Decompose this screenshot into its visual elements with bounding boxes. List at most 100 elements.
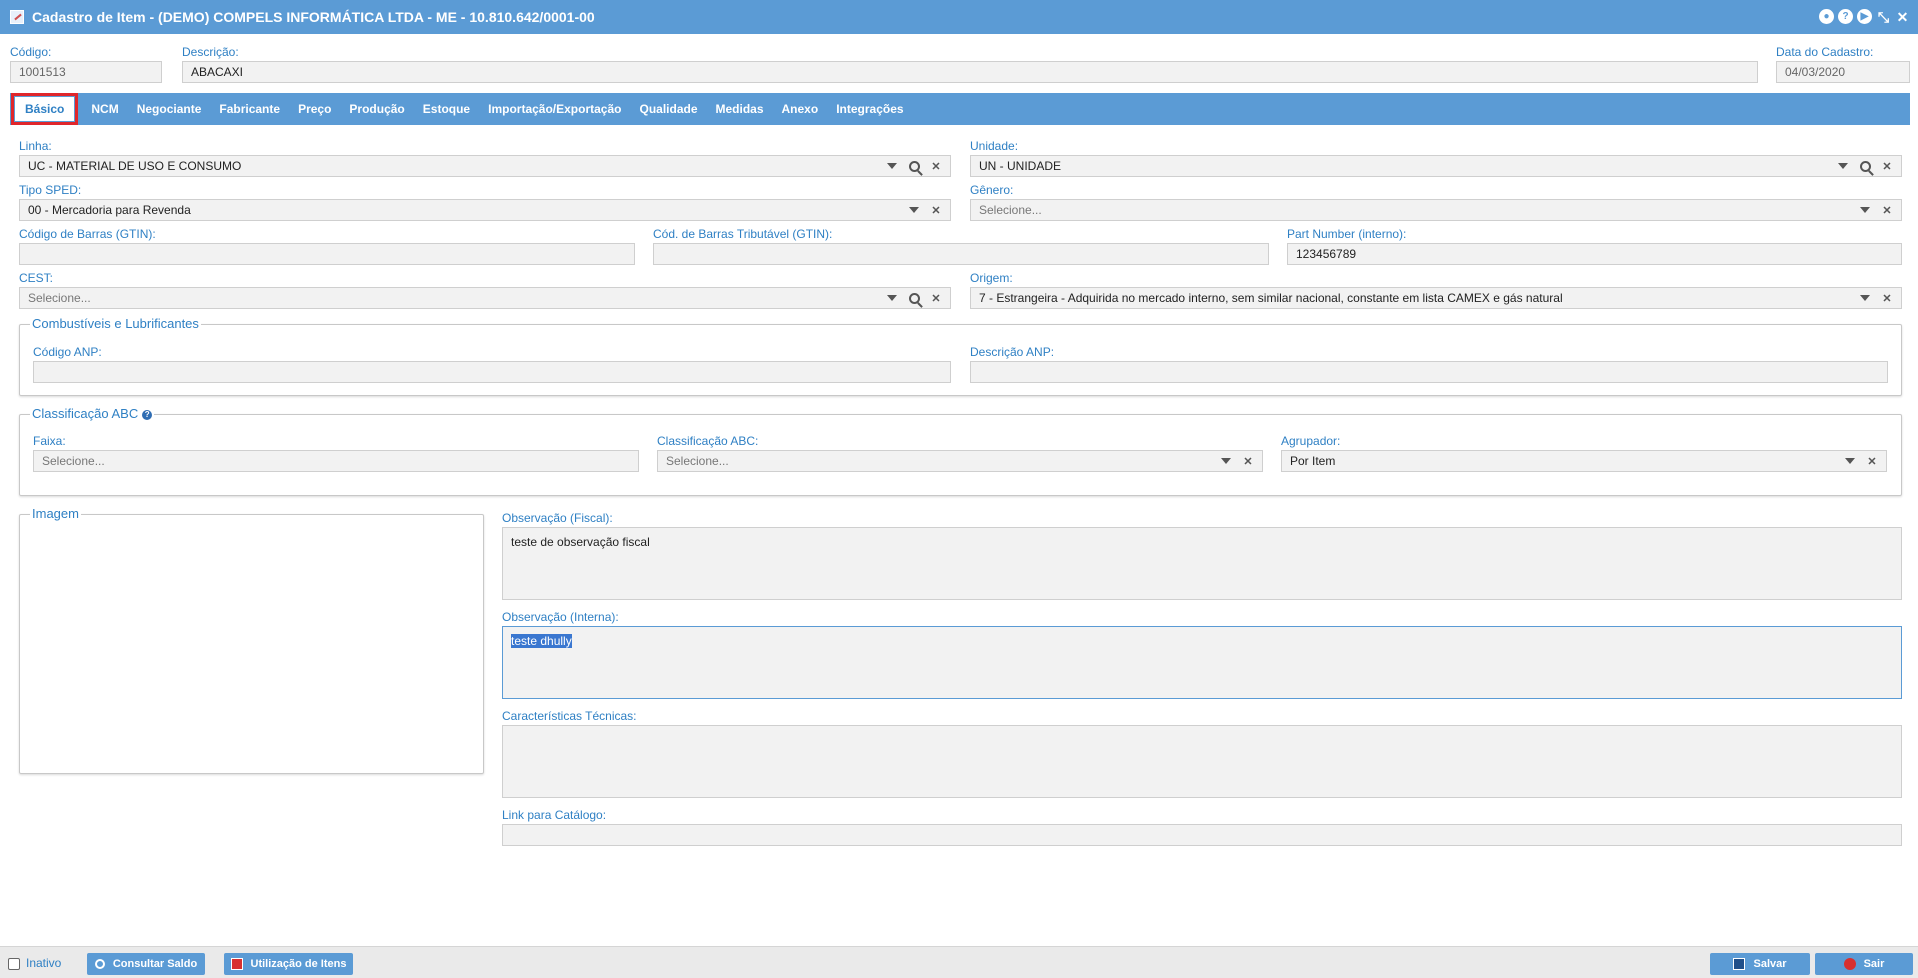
classificacao-abc-select[interactable]: Selecione... ✕ [657,450,1263,472]
clear-icon[interactable]: ✕ [930,292,942,305]
search-icon [94,959,105,969]
tab-ncm[interactable]: NCM [82,97,127,121]
part-number-field[interactable]: 123456789 [1287,243,1902,265]
agrupador-select[interactable]: Por Item ✕ [1281,450,1887,472]
unidade-select[interactable]: UN - UNIDADE ✕ [970,155,1902,177]
codigo-field[interactable]: 1001513 [10,61,162,83]
clear-icon[interactable]: ✕ [1242,455,1254,468]
tab-fabricante[interactable]: Fabricante [210,97,289,121]
inativo-checkbox[interactable] [8,958,20,970]
agrupador-label: Agrupador: [1281,434,1341,448]
tab-negociante[interactable]: Negociante [128,97,211,121]
imagem-group[interactable]: Imagem [19,506,484,774]
search-icon[interactable] [908,160,920,172]
imagem-legend: Imagem [30,506,81,521]
clear-icon[interactable]: ✕ [930,160,942,173]
obs-interna-textarea[interactable]: teste dhully [502,626,1902,699]
obs-interna-label: Observação (Interna): [502,610,619,624]
faixa-placeholder: Selecione... [42,454,105,468]
cest-label: CEST: [19,271,54,285]
linha-value: UC - MATERIAL DE USO E CONSUMO [28,159,242,173]
unidade-value: UN - UNIDADE [979,159,1062,173]
tab-producao[interactable]: Produção [340,97,413,121]
faixa-field[interactable]: Selecione... [33,450,639,472]
origem-select[interactable]: 7 - Estrangeira - Adquirida no mercado i… [970,287,1902,309]
obs-fiscal-label: Observação (Fiscal): [502,511,613,525]
combustiveis-group: Combustíveis e Lubrificantes [19,316,1902,396]
descricao-value: ABACAXI [191,65,244,79]
tipo-sped-select[interactable]: 00 - Mercadoria para Revenda ✕ [19,199,951,221]
tab-estoque[interactable]: Estoque [414,97,479,121]
search-icon[interactable] [1859,160,1871,172]
part-number-label: Part Number (interno): [1287,227,1407,241]
play-icon[interactable]: ▶ [1857,9,1872,24]
tipo-sped-label: Tipo SPED: [19,183,82,197]
classificacao-abc-legend-wrap: Classificação ABC? [30,406,155,421]
origem-value: 7 - Estrangeira - Adquirida no mercado i… [979,291,1563,305]
chevron-down-icon[interactable] [886,163,898,169]
footer-bar: Inativo Consultar Saldo Utilização de It… [0,946,1918,978]
tab-medidas[interactable]: Medidas [707,97,773,121]
gtin-field[interactable] [19,243,635,265]
chevron-down-icon[interactable] [1844,458,1856,464]
cest-select[interactable]: Selecione... ✕ [19,287,951,309]
clear-icon[interactable]: ✕ [1881,292,1893,305]
data-cadastro-field[interactable]: 04/03/2020 [1776,61,1910,83]
descricao-anp-field[interactable] [970,361,1888,383]
consultar-saldo-label: Consultar Saldo [112,958,198,970]
exit-icon [1843,958,1856,970]
record-icon[interactable]: ● [1819,9,1834,24]
clear-icon[interactable]: ✕ [1881,204,1893,217]
obs-fiscal-textarea[interactable]: teste de observação fiscal [502,527,1902,600]
chevron-down-icon[interactable] [908,207,920,213]
caracteristicas-textarea[interactable] [502,725,1902,798]
tab-qualidade[interactable]: Qualidade [630,97,706,121]
consultar-saldo-button[interactable]: Consultar Saldo [87,953,205,975]
chevron-down-icon[interactable] [1859,207,1871,213]
data-cadastro-value: 04/03/2020 [1785,65,1846,79]
chevron-down-icon[interactable] [1220,458,1232,464]
chevron-down-icon[interactable] [1837,163,1849,169]
salvar-label: Salvar [1753,958,1787,970]
link-catalogo-field[interactable] [502,824,1902,846]
help-icon[interactable]: ? [1838,9,1853,24]
data-cadastro-label: Data do Cadastro: [1776,45,1874,59]
linha-select[interactable]: UC - MATERIAL DE USO E CONSUMO ✕ [19,155,951,177]
gtin-label: Código de Barras (GTIN): [19,227,156,241]
tab-importacao-exportacao[interactable]: Importação/Exportação [479,97,630,121]
collapse-icon[interactable]: ⤡ [1876,9,1891,24]
inativo-label[interactable]: Inativo [26,956,61,970]
clear-icon[interactable]: ✕ [1866,455,1878,468]
chevron-down-icon[interactable] [886,295,898,301]
tab-basico[interactable]: Básico [10,93,79,125]
genero-select[interactable]: Selecione... ✕ [970,199,1902,221]
close-icon[interactable]: ✕ [1895,9,1910,24]
sair-button[interactable]: Sair [1815,953,1913,975]
genero-placeholder: Selecione... [979,203,1042,217]
tab-preco[interactable]: Preço [289,97,340,121]
descricao-field[interactable]: ABACAXI [182,61,1758,83]
codigo-anp-field[interactable] [33,361,951,383]
tab-anexo[interactable]: Anexo [773,97,828,121]
descricao-anp-label: Descrição ANP: [970,345,1055,359]
cest-placeholder: Selecione... [28,291,91,305]
search-icon[interactable] [908,292,920,304]
clear-icon[interactable]: ✕ [1881,160,1893,173]
part-number-value: 123456789 [1296,247,1357,261]
utilizacao-itens-button[interactable]: Utilização de Itens [224,953,353,975]
codigo-anp-label: Código ANP: [33,345,102,359]
link-catalogo-label: Link para Catálogo: [502,808,607,822]
edit-document-icon [10,10,24,24]
chevron-down-icon[interactable] [1859,295,1871,301]
tab-integracoes[interactable]: Integrações [827,97,912,121]
classificacao-abc-placeholder: Selecione... [666,454,729,468]
codigo-label: Código: [10,45,52,59]
gtin-tributavel-label: Cód. de Barras Tributável (GTIN): [653,227,833,241]
linha-label: Linha: [19,139,52,153]
unidade-label: Unidade: [970,139,1019,153]
help-icon[interactable]: ? [142,409,153,420]
gtin-tributavel-field[interactable] [653,243,1269,265]
descricao-label: Descrição: [182,45,239,59]
salvar-button[interactable]: Salvar [1710,953,1810,975]
clear-icon[interactable]: ✕ [930,204,942,217]
